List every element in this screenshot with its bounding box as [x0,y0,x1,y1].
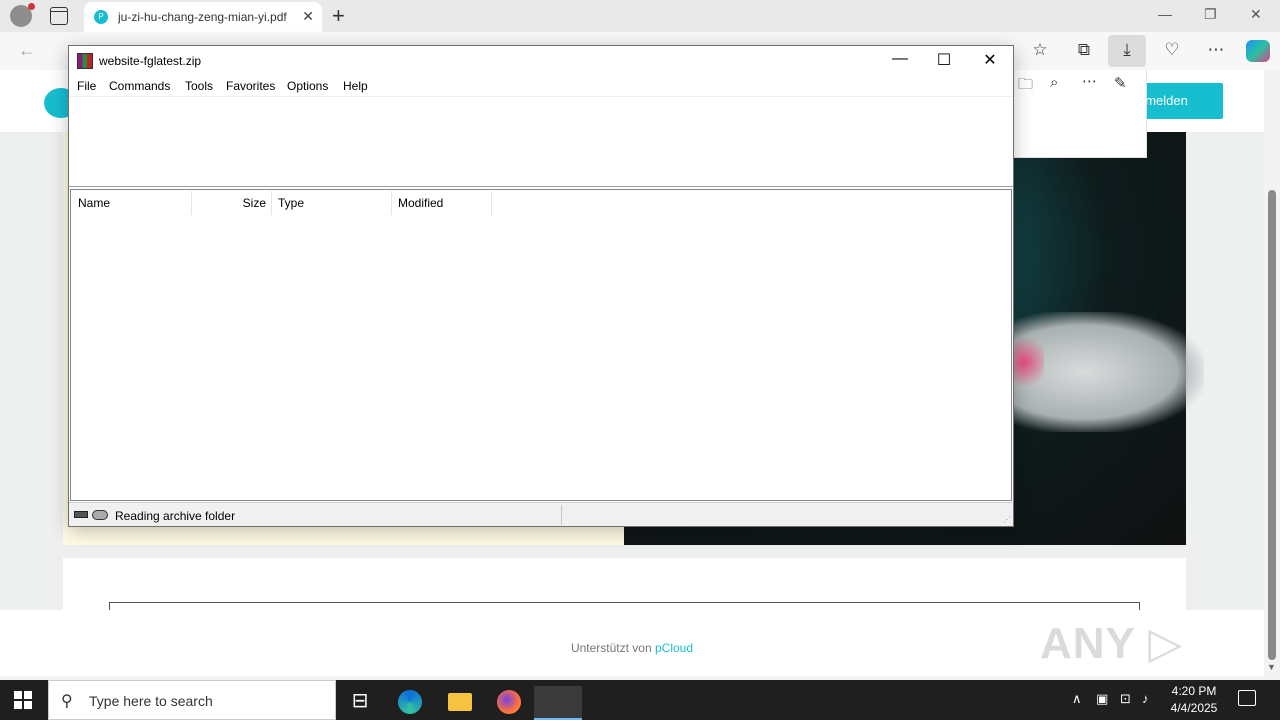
menu-help[interactable]: Help [343,79,368,93]
tab-actions-icon[interactable] [50,7,68,25]
edge-taskbar-icon[interactable] [386,686,434,720]
winrar-minimize-button[interactable]: — [877,50,923,68]
pcloud-favicon-icon: P [94,10,108,24]
menu-file[interactable]: File [77,79,96,93]
scroll-down-arrow-icon[interactable]: ▼ [1267,662,1276,672]
browser-minimize-button[interactable]: — [1158,6,1172,22]
new-tab-button[interactable]: + [332,3,345,29]
status-divider [561,505,562,525]
column-header-size[interactable]: Size [192,191,272,215]
copilot-icon[interactable] [1246,40,1270,62]
taskbar-search-box[interactable]: ⚲ Type here to search [48,680,336,720]
document-border [109,602,1140,603]
winrar-toolbar-area [69,96,1013,187]
menu-tools[interactable]: Tools [185,79,213,93]
column-header-modified[interactable]: Modified [392,191,492,215]
favorites-star-icon[interactable]: ☆ [1028,40,1052,60]
tab-title: ju-zi-hu-chang-zeng-mian-yi.pdf [118,10,287,24]
winrar-window: website-fglatest.zip — ☐ ✕ File Commands… [68,45,1014,527]
column-header-name[interactable]: Name [71,191,192,215]
status-drive-icons [74,509,108,521]
status-text: Reading archive folder [115,509,236,523]
back-arrow-icon[interactable]: ← [18,40,36,61]
winrar-title-bar[interactable]: website-fglatest.zip — ☐ ✕ [69,46,1013,76]
search-placeholder: Type here to search [89,693,213,709]
notification-icon[interactable] [1238,690,1256,706]
more-options-icon[interactable]: ⋯ [1204,40,1228,60]
key-icon [92,510,108,520]
resize-grip-icon[interactable]: ⋰ [1003,515,1011,524]
firefox-taskbar-icon[interactable] [485,686,533,720]
menu-options[interactable]: Options [287,79,328,93]
winrar-menu-bar: File Commands Tools Favorites Options He… [69,76,1013,96]
winrar-close-button[interactable]: ✕ [967,50,1013,70]
clock-date: 4/4/2025 [1170,701,1218,715]
winrar-maximize-button[interactable]: ☐ [921,50,967,70]
windows-start-icon[interactable] [14,691,32,709]
browser-restore-button[interactable]: ❐ [1204,6,1217,23]
search-icon: ⚲ [61,693,73,710]
browser-tab-active[interactable]: P ju-zi-hu-chang-zeng-mian-yi.pdf ✕ [84,2,322,32]
scrollbar-thumb[interactable] [1268,190,1276,660]
footer-brand-link[interactable]: pCloud [655,641,693,655]
menu-commands[interactable]: Commands [109,79,170,93]
tray-device-icon[interactable]: ▣ [1096,691,1108,707]
clock-time: 4:20 PM [1171,684,1217,698]
menu-favorites[interactable]: Favorites [226,79,275,93]
browser-essentials-icon[interactable]: ♡ [1160,40,1184,60]
winrar-app-icon [77,53,93,69]
column-header-type[interactable]: Type [272,191,392,215]
footer-prefix: Unterstützt von [570,641,652,655]
browser-tab-bar: P ju-zi-hu-chang-zeng-mian-yi.pdf ✕ + — … [0,0,1280,32]
downloads-more-icon[interactable]: ⋯ [1082,72,1097,90]
download-arrow-icon: ⤓ [1123,40,1131,59]
pin-icon[interactable]: ✎ [1114,74,1127,92]
tray-chevron-icon[interactable]: ∧ [1072,691,1082,707]
search-downloads-icon[interactable]: ⌕ [1050,74,1058,91]
task-view-icon[interactable]: ⊟ [336,686,384,720]
collections-icon[interactable]: ⧉ [1072,40,1096,60]
volume-icon[interactable]: ♪ [1142,691,1149,706]
network-icon[interactable]: ⊡ [1120,691,1131,707]
archive-file-list[interactable]: Name Size Type Modified [70,189,1012,501]
browser-close-button[interactable]: ✕ [1250,6,1262,23]
windows-taskbar: ⚲ Type here to search ⊟ ∧ ▣ ⊡ ♪ 4:20 PM … [0,680,1280,720]
tab-close-icon[interactable]: ✕ [302,8,314,25]
open-folder-icon[interactable]: 🗀 [1018,74,1033,99]
anyrun-watermark: ANY ▷ RUN [1040,619,1184,676]
drive-icon [74,511,88,518]
downloads-panel: 🗀 ⌕ ⋯ ✎ [1013,70,1147,158]
winrar-status-bar: Reading archive folder ⋰ [69,502,1013,526]
winrar-title: website-fglatest.zip [99,54,202,68]
system-clock[interactable]: 4:20 PM 4/4/2025 [1160,683,1228,717]
page-scrollbar[interactable]: ▼ [1264,70,1280,676]
file-explorer-icon[interactable] [436,686,484,720]
profile-avatar-icon[interactable] [10,3,35,27]
downloads-button[interactable]: ⤓ [1108,35,1146,67]
winrar-taskbar-button[interactable] [534,686,582,720]
